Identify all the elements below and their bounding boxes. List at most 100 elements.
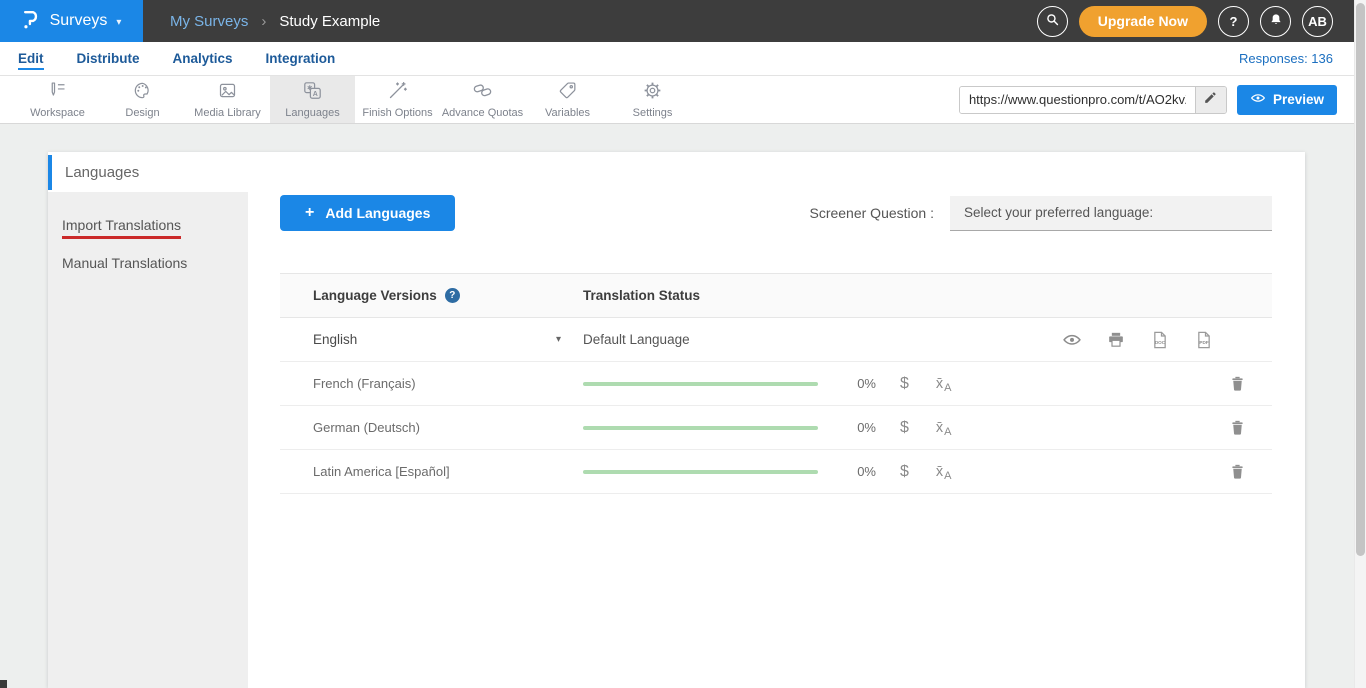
chevron-right-icon: › [261, 13, 266, 30]
paid-translation-icon[interactable]: $ [900, 463, 909, 481]
toolbar-item-finish-options[interactable]: Finish Options [355, 76, 440, 123]
tab-analytics[interactable]: Analytics [173, 51, 233, 66]
toolbar-item-workspace[interactable]: Workspace [15, 76, 100, 123]
languages-sidebar: Import Translations Manual Translations [48, 192, 248, 688]
auto-translate-icon[interactable]: x̄A [936, 420, 952, 436]
search-icon [1044, 11, 1061, 31]
column-translation-status: Translation Status [583, 288, 1272, 303]
bell-icon [1268, 12, 1284, 31]
progress-bar [583, 470, 818, 474]
view-eye-icon[interactable] [1062, 330, 1082, 350]
product-name: Surveys [50, 12, 108, 30]
trash-icon [1229, 374, 1246, 393]
survey-url-input[interactable] [960, 87, 1195, 113]
controls-row: + Add Languages Screener Question : Sele… [280, 195, 1272, 231]
languages-translate-icon: ✱A [302, 80, 323, 104]
vertical-scrollbar-track[interactable] [1354, 0, 1366, 688]
delete-language-button[interactable] [1229, 418, 1246, 437]
screener-question-label: Screener Question : [809, 205, 934, 221]
screener-question-select[interactable]: Select your preferred language: [950, 196, 1272, 231]
translation-status-cell: 0% $ x̄A [583, 418, 1272, 437]
toolbar-item-variables[interactable]: Variables [525, 76, 610, 123]
table-row-default-language: English ▾ Default Language [280, 318, 1272, 362]
gear-icon [642, 80, 663, 104]
paid-translation-icon[interactable]: $ [900, 419, 909, 437]
print-icon[interactable] [1106, 330, 1126, 350]
survey-link-area: Preview [959, 76, 1337, 123]
translation-status-cell: 0% $ x̄A [583, 374, 1272, 393]
export-actions: DOC PDF [1062, 330, 1214, 350]
auto-translate-icon[interactable]: x̄A [936, 464, 952, 480]
help-tooltip-icon[interactable]: ? [445, 288, 460, 303]
help-button[interactable]: ? [1218, 6, 1249, 37]
tab-distribute[interactable]: Distribute [77, 51, 140, 66]
survey-url-box [959, 86, 1227, 114]
export-pdf-icon[interactable]: PDF [1194, 330, 1214, 350]
toolbar-item-languages[interactable]: ✱A Languages [270, 76, 355, 123]
table-row-german: German (Deutsch) 0% $ x̄A [280, 406, 1272, 450]
tab-edit[interactable]: Edit [18, 51, 44, 66]
pencil-icon [1203, 90, 1218, 110]
progress-percent: 0% [846, 464, 876, 479]
auto-translate-icon[interactable]: x̄A [936, 376, 952, 392]
preview-button[interactable]: Preview [1237, 85, 1337, 115]
svg-text:A: A [313, 91, 318, 98]
add-languages-button[interactable]: + Add Languages [280, 195, 455, 231]
responses-count-link[interactable]: Responses: 136 [1239, 51, 1333, 66]
toolbar-item-media-library[interactable]: Media Library [185, 76, 270, 123]
chevron-down-icon: ▾ [556, 334, 561, 345]
table-row-french: French (Français) 0% $ x̄A [280, 362, 1272, 406]
toolbar-item-settings[interactable]: Settings [610, 76, 695, 123]
edit-toolbar: Workspace Design Media Library ✱A Langua… [0, 76, 1366, 124]
plus-icon: + [305, 204, 314, 222]
chevron-down-icon: ▾ [116, 17, 121, 28]
app-window: Surveys ▾ My Surveys › Study Example Upg… [0, 0, 1366, 688]
table-header-row: Language Versions ? Translation Status [280, 273, 1272, 318]
magic-wand-icon [387, 80, 408, 104]
language-versions-table: Language Versions ? Translation Status E… [280, 273, 1272, 494]
language-name: Latin America [Español] [280, 450, 583, 493]
progress-percent: 0% [846, 376, 876, 391]
survey-tab-bar: Edit Distribute Analytics Integration Re… [0, 42, 1366, 76]
export-doc-icon[interactable]: DOC [1150, 330, 1170, 350]
languages-panel: Languages Import Translations Manual Tra… [48, 152, 1305, 688]
svg-text:PDF: PDF [1199, 339, 1208, 344]
breadcrumb-my-surveys-link[interactable]: My Surveys [170, 13, 248, 30]
page-title: Languages [65, 164, 139, 181]
languages-content: + Add Languages Screener Question : Sele… [248, 152, 1305, 688]
toolbar-item-advance-quotas[interactable]: Advance Quotas [440, 76, 525, 123]
trash-icon [1229, 462, 1246, 481]
sidebar-item-languages[interactable]: Languages [48, 155, 139, 190]
chain-links-icon [472, 80, 493, 104]
edit-url-button[interactable] [1195, 87, 1226, 113]
language-name: German (Deutsch) [280, 406, 583, 449]
table-row-latin-america: Latin America [Español] 0% $ x̄A [280, 450, 1272, 494]
trash-icon [1229, 418, 1246, 437]
top-header-bar: Surveys ▾ My Surveys › Study Example Upg… [0, 0, 1366, 42]
column-language-versions: Language Versions ? [280, 288, 583, 303]
tag-icon [557, 80, 578, 104]
vertical-scrollbar-thumb[interactable] [1356, 3, 1365, 556]
sidebar-item-import-translations[interactable]: Import Translations [48, 206, 248, 244]
tab-integration[interactable]: Integration [266, 51, 336, 66]
toolbar-item-design[interactable]: Design [100, 76, 185, 123]
upgrade-now-button[interactable]: Upgrade Now [1079, 6, 1207, 37]
paid-translation-icon[interactable]: $ [900, 375, 909, 393]
header-actions: Upgrade Now ? AB [1037, 6, 1333, 37]
delete-language-button[interactable] [1229, 374, 1246, 393]
sidebar-item-manual-translations[interactable]: Manual Translations [48, 244, 248, 282]
notifications-button[interactable] [1260, 6, 1291, 37]
default-language-dropdown[interactable]: English ▾ [280, 318, 583, 361]
user-avatar[interactable]: AB [1302, 6, 1333, 37]
delete-language-button[interactable] [1229, 462, 1246, 481]
breadcrumb: My Surveys › Study Example [170, 13, 380, 30]
questionpro-logo-icon [22, 7, 41, 35]
surveys-product-menu[interactable]: Surveys ▾ [0, 0, 143, 42]
bottom-left-widget-artifact [0, 680, 7, 688]
progress-bar [583, 426, 818, 430]
workspace-icon [47, 80, 68, 104]
active-item-indicator [48, 155, 52, 190]
media-library-icon [217, 80, 238, 104]
eye-icon [1250, 90, 1266, 109]
search-button[interactable] [1037, 6, 1068, 37]
